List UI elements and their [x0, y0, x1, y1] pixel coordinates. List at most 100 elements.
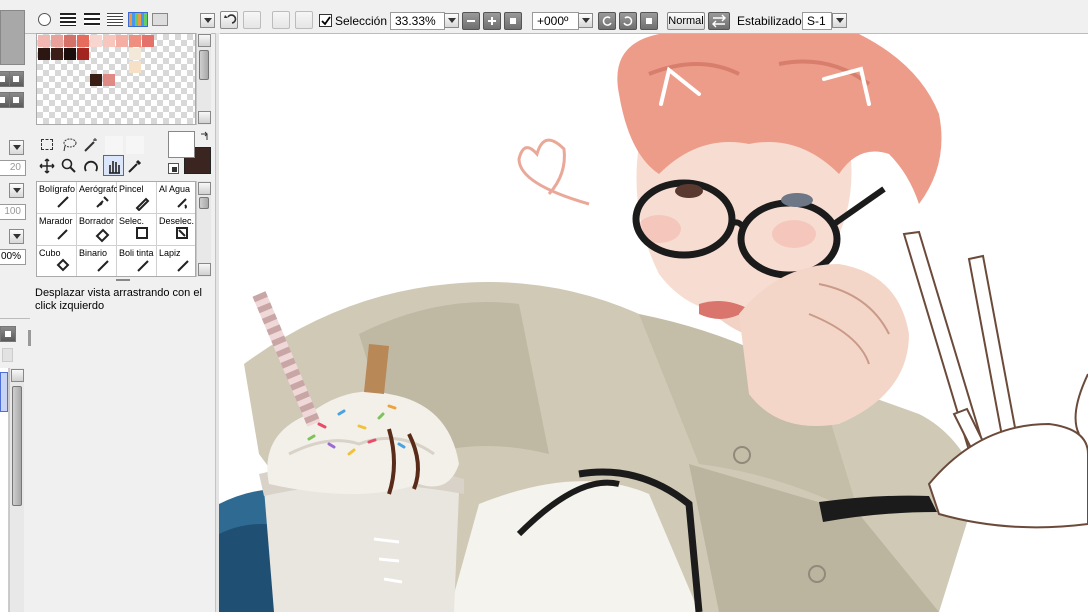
- bucket-icon: [56, 258, 70, 272]
- blend-mode-button[interactable]: Normal: [667, 12, 705, 30]
- brush-binary-pen[interactable]: Binario: [77, 246, 117, 276]
- color-swatch[interactable]: [129, 35, 141, 47]
- size-field[interactable]: 20: [0, 160, 26, 176]
- brush-pen[interactable]: Bolígrafo: [37, 182, 77, 214]
- rotate-tool[interactable]: [82, 157, 100, 175]
- stabilizer-field[interactable]: S-1: [802, 12, 832, 30]
- rotate-left-button[interactable]: [598, 12, 616, 30]
- reset-colors-icon[interactable]: [168, 163, 179, 174]
- zoom-tool[interactable]: [60, 157, 78, 175]
- rotation-reset-button[interactable]: [640, 12, 658, 30]
- brush-brush[interactable]: Pincel: [117, 182, 157, 214]
- stabilizer-dropdown-icon[interactable]: [832, 13, 847, 28]
- swap-colors-icon[interactable]: [199, 131, 210, 142]
- foreground-color-swatch[interactable]: [168, 131, 195, 158]
- pen-icon: [57, 196, 69, 208]
- eraser-icon: [95, 228, 110, 243]
- brush-icon: [135, 197, 150, 211]
- brush-eraser[interactable]: Borrador: [77, 214, 117, 246]
- deselect-brush-icon: [176, 227, 188, 239]
- brush-marker[interactable]: Marador: [37, 214, 77, 246]
- selection-checkbox[interactable]: [319, 14, 332, 27]
- layer-list[interactable]: [0, 368, 9, 612]
- color-swatch[interactable]: [64, 35, 76, 47]
- invert-selection-button[interactable]: [295, 11, 313, 29]
- color-swatch[interactable]: [64, 48, 76, 60]
- rotation-field[interactable]: +000º: [532, 12, 579, 30]
- brush-ink-pen[interactable]: Boli tinta: [117, 246, 157, 276]
- density-field[interactable]: 100: [0, 204, 26, 220]
- layer-mode-icon[interactable]: [0, 326, 16, 342]
- brush-pencil[interactable]: Lapiz: [157, 246, 195, 276]
- shape-dropdown-icon[interactable]: [9, 183, 24, 198]
- color-swatch[interactable]: [129, 48, 141, 60]
- color-swatch[interactable]: [116, 35, 128, 47]
- lines-medium-icon[interactable]: [84, 13, 100, 26]
- layer-item-selected[interactable]: [0, 372, 8, 412]
- color-swatch[interactable]: [51, 35, 63, 47]
- undo-button[interactable]: [220, 11, 238, 29]
- zoom-dropdown-icon[interactable]: [444, 13, 459, 28]
- opacity-field[interactable]: 00%: [0, 249, 26, 265]
- layer-scrollbar[interactable]: [9, 368, 24, 612]
- nav-small-2[interactable]: [0, 92, 10, 108]
- palette-grid-icon[interactable]: [128, 12, 148, 27]
- rotate-right-button[interactable]: [619, 12, 637, 30]
- zoom-out-button[interactable]: [462, 12, 480, 30]
- left-panel-divider: [0, 318, 30, 319]
- color-swatch[interactable]: [129, 61, 141, 73]
- panel-grip[interactable]: [28, 330, 31, 346]
- color-swatch[interactable]: [51, 48, 63, 60]
- brush-grip[interactable]: [116, 279, 130, 281]
- color-swatch[interactable]: [90, 74, 102, 86]
- hand-tool[interactable]: [103, 155, 124, 176]
- nav-button-1[interactable]: [8, 71, 24, 87]
- palette-scrollbar[interactable]: [196, 33, 211, 125]
- color-swatch[interactable]: [142, 35, 154, 47]
- brush-watercolor[interactable]: Al Agua: [157, 182, 195, 214]
- nav-button-2[interactable]: [8, 92, 24, 108]
- airbrush-icon: [96, 196, 109, 208]
- eyedropper-tool[interactable]: [126, 157, 144, 175]
- move-tool[interactable]: [38, 157, 56, 175]
- flip-horizontal-button[interactable]: [708, 12, 730, 30]
- tool-placeholder-2: [126, 136, 144, 154]
- artwork: [219, 34, 1088, 612]
- brush-airbrush[interactable]: Aerógrafo: [77, 182, 117, 214]
- brush-bucket[interactable]: Cubo: [37, 246, 77, 276]
- color-swatch[interactable]: [38, 35, 50, 47]
- color-swatch[interactable]: [103, 74, 115, 86]
- blend-dropdown-icon[interactable]: [9, 140, 24, 155]
- selection-rect-tool[interactable]: [38, 136, 56, 154]
- color-swatch[interactable]: [38, 48, 50, 60]
- color-swatch[interactable]: [77, 35, 89, 47]
- color-swatch[interactable]: [77, 48, 89, 60]
- magic-wand-tool[interactable]: [82, 136, 100, 154]
- pencil-icon: [177, 260, 189, 272]
- panel-dropdown-icon[interactable]: [200, 13, 215, 28]
- zoom-reset-button[interactable]: [504, 12, 522, 30]
- color-wheel-icon[interactable]: [152, 13, 168, 26]
- lasso-tool[interactable]: [60, 136, 78, 154]
- canvas-area[interactable]: [219, 34, 1088, 612]
- zoom-field[interactable]: 33.33%: [390, 12, 445, 30]
- rotation-dropdown-icon[interactable]: [578, 13, 593, 28]
- brush-panel: Bolígrafo Aerógrafo Pincel Al Agua Marador Bo…: [36, 181, 196, 277]
- circle-tool-icon[interactable]: [38, 13, 51, 26]
- color-swatch[interactable]: [103, 35, 115, 47]
- zoom-in-button[interactable]: [483, 12, 501, 30]
- layer-lock-icon: [2, 348, 13, 362]
- navigator-preview[interactable]: [0, 10, 25, 65]
- ink-pen-icon: [137, 260, 149, 272]
- lines-thick-icon[interactable]: [60, 13, 76, 26]
- nav-small-1[interactable]: [0, 71, 10, 87]
- swatch-grid[interactable]: [36, 33, 196, 125]
- redo-button[interactable]: [243, 11, 261, 29]
- brush-deselect-brush[interactable]: Deselec.: [157, 214, 195, 246]
- mode-dropdown-icon[interactable]: [9, 229, 24, 244]
- deselect-button[interactable]: [272, 11, 290, 29]
- brush-select-brush[interactable]: Selec.: [117, 214, 157, 246]
- color-swatch[interactable]: [90, 35, 102, 47]
- brush-scrollbar[interactable]: [196, 181, 211, 277]
- lines-thin-icon[interactable]: [107, 13, 123, 26]
